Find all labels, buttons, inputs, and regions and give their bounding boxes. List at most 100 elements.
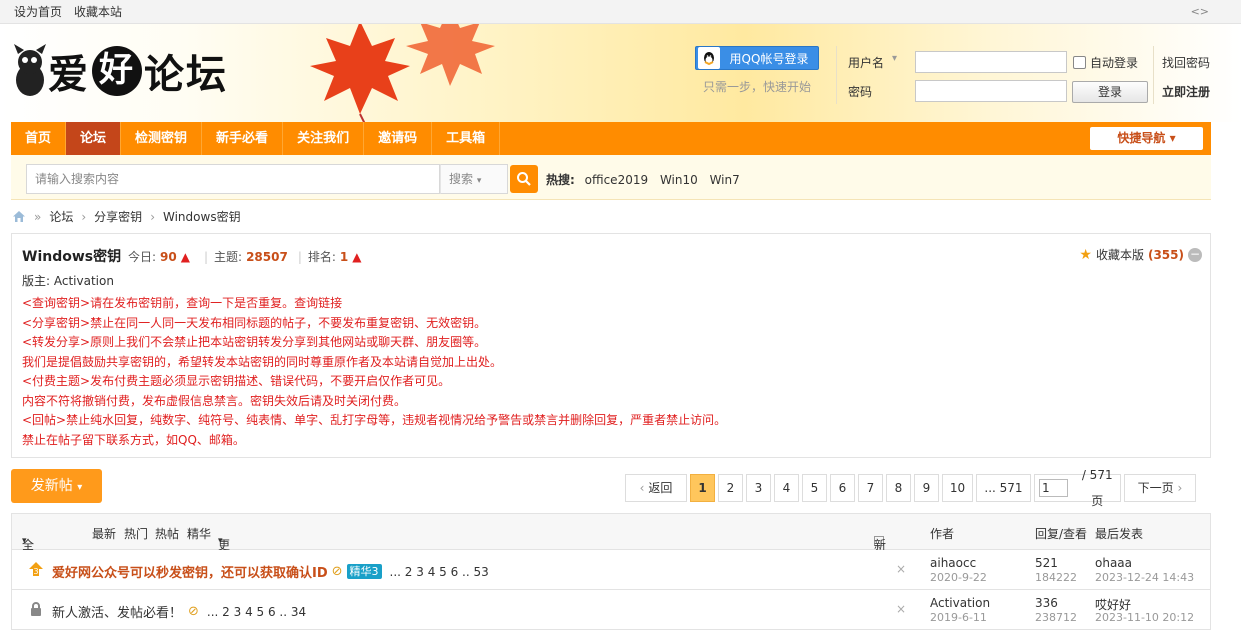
page-link[interactable]: 5: [802, 474, 827, 502]
nav-check-key[interactable]: 检测密钥: [121, 122, 203, 155]
hot-term[interactable]: Win7: [710, 173, 740, 187]
login-button[interactable]: 登录: [1072, 81, 1148, 103]
breadcrumb-separator: ›: [150, 209, 155, 224]
chevron-right-icon: ›: [1177, 481, 1183, 495]
thread-date: 2019-6-11: [930, 611, 987, 624]
logo-char-ai: 爱: [48, 51, 90, 98]
quick-nav-button[interactable]: 快捷导航 ▾: [1090, 127, 1203, 150]
breadcrumb-windows-key[interactable]: Windows密钥: [163, 208, 241, 225]
nav-follow-us[interactable]: 关注我们: [283, 122, 365, 155]
logo-char-luntan: 论坛: [144, 51, 228, 98]
collapse-icon[interactable]: −: [1188, 248, 1202, 262]
rule-line: <转发分享>原则上我们不会禁止把本站密钥转发分享到其他网站或聊天群、朋友圈等。: [22, 335, 487, 349]
chevron-down-icon: ▾: [22, 536, 27, 546]
page-link-last[interactable]: ... 571: [976, 474, 1031, 502]
svg-text:3: 3: [33, 567, 38, 576]
filter-digest[interactable]: 精华: [187, 525, 211, 542]
logo-char-hao: 好: [92, 46, 142, 96]
reply-count: 336: [1035, 596, 1058, 610]
attachment-icon: ⊘: [331, 564, 343, 579]
breadcrumb-share-key[interactable]: 分享密钥: [94, 208, 142, 225]
last-post-date[interactable]: 2023-12-24 14:43: [1095, 571, 1194, 584]
last-post-date[interactable]: 2023-11-10 20:12: [1095, 611, 1194, 624]
password-field[interactable]: [915, 80, 1067, 102]
thread-row[interactable]: 3 爱好网公众号可以秒发密钥，还可以获取确认ID ⊘ 精华3 ... 2 3 4…: [11, 550, 1211, 590]
thread-row[interactable]: 新人激活、发帖必看！ ⊘ ... 2 3 4 5 6 .. 34 × Activ…: [11, 590, 1211, 630]
username-field[interactable]: [915, 51, 1067, 73]
login-form: 用户名 ▾ 自动登录 找回密码 密码 登录 立即注册: [836, 46, 1236, 122]
favorite-label: 收藏本版: [1095, 248, 1144, 262]
auto-login-checkbox[interactable]: [1073, 56, 1086, 69]
last-poster[interactable]: ohaaa: [1095, 556, 1132, 570]
page-link[interactable]: 9: [914, 474, 939, 502]
forum-stats: 今日: 90 ▲ | 主题: 28507 | 排名: 1 ▲: [128, 248, 370, 265]
page-link[interactable]: 7: [858, 474, 883, 502]
page-link[interactable]: 1: [690, 474, 715, 502]
qq-login-button[interactable]: 用QQ帐号登录: [695, 46, 819, 70]
page-link[interactable]: 8: [886, 474, 911, 502]
hot-term[interactable]: office2019: [585, 173, 648, 187]
search-input[interactable]: 请输入搜索内容: [26, 164, 440, 194]
thread-pages[interactable]: ... 2 3 4 5 6 .. 53: [390, 565, 489, 579]
page-link[interactable]: 3: [746, 474, 771, 502]
page-link[interactable]: 10: [942, 474, 973, 502]
username-dropdown-icon[interactable]: ▾: [892, 53, 897, 64]
username-label: 用户名: [848, 56, 885, 70]
back-button[interactable]: ‹ 返回: [625, 474, 687, 502]
page-link[interactable]: 4: [774, 474, 799, 502]
nav-invite-code[interactable]: 邀请码: [364, 122, 433, 155]
col-reply-view: 回复/查看: [1035, 527, 1088, 541]
page-link[interactable]: 2: [718, 474, 743, 502]
thread-title[interactable]: 爱好网公众号可以秒发密钥，还可以获取确认ID: [52, 562, 328, 581]
site-header: 爱 好 论坛 用QQ帐号登录 只需一步，快速开始 用户名 ▾ 自动登录 找回密码…: [0, 24, 1241, 122]
register-link[interactable]: 立即注册: [1162, 83, 1210, 100]
maple-leaves-decoration: [310, 24, 495, 122]
new-post-label: 发新帖: [30, 478, 73, 494]
nav-toolbox[interactable]: 工具箱: [432, 122, 501, 155]
rule-line: <付费主题>发布付费主题必须显示密钥描述、错误代码，不要开启仅作者可见。: [22, 374, 451, 388]
bookmark-site-link[interactable]: 收藏本站: [74, 3, 122, 20]
filter-latest[interactable]: 最新: [92, 525, 116, 542]
chevron-down-icon: ▾: [1169, 131, 1176, 145]
home-icon[interactable]: [12, 210, 26, 223]
chevron-down-icon: ▾: [476, 176, 482, 186]
filter-hot[interactable]: 热门: [124, 525, 148, 542]
search-button[interactable]: [510, 165, 538, 193]
rank-label: 排名:: [307, 250, 336, 264]
thread-pages[interactable]: ... 2 3 4 5 6 .. 34: [207, 605, 306, 619]
close-icon[interactable]: ×: [896, 562, 906, 576]
nav-forum[interactable]: 论坛: [66, 122, 122, 155]
next-page-button[interactable]: 下一页 ›: [1124, 474, 1196, 502]
favorite-forum-button[interactable]: ★ 收藏本版 (355): [1079, 246, 1184, 263]
filter-hot-posts[interactable]: 热帖: [155, 525, 179, 542]
top-bar: 设为首页 收藏本站 <>: [0, 0, 1241, 24]
breadcrumb-forum[interactable]: 论坛: [49, 208, 73, 225]
page-jump-input[interactable]: 1: [1039, 479, 1069, 497]
page-link[interactable]: 6: [830, 474, 855, 502]
site-logo[interactable]: 爱 好 论坛: [12, 42, 228, 100]
nav-newbie-guide[interactable]: 新手必看: [202, 122, 284, 155]
set-homepage-link[interactable]: 设为首页: [14, 3, 62, 20]
width-toggle-icon[interactable]: <>: [1191, 5, 1209, 18]
thread-author[interactable]: Activation: [930, 596, 990, 610]
find-password-link[interactable]: 找回密码: [1162, 54, 1210, 71]
breadcrumb-separator: »: [34, 209, 42, 224]
hot-search: 热搜: office2019 Win10 Win7: [546, 171, 748, 188]
thread-title[interactable]: 新人激活、发帖必看！: [52, 602, 182, 621]
search-type-select[interactable]: 搜索 ▾: [440, 164, 508, 194]
search-type-label: 搜索: [449, 172, 474, 186]
new-post-button[interactable]: 发新帖 ▾: [11, 469, 102, 503]
chevron-left-icon: ‹: [639, 481, 645, 495]
rule-line: 禁止在帖子留下联系方式，如QQ、邮箱。: [22, 432, 245, 447]
chevron-down-icon: ▾: [77, 482, 83, 493]
close-icon[interactable]: ×: [896, 602, 906, 616]
back-label: 返回: [648, 481, 673, 495]
nav-home[interactable]: 首页: [11, 122, 67, 155]
topics-count: 28507: [246, 249, 288, 264]
stat-divider: |: [203, 249, 209, 264]
forum-title: Windows密钥: [22, 249, 122, 265]
search-icon: [517, 172, 531, 186]
thread-author[interactable]: aihaocc: [930, 556, 976, 570]
hot-term[interactable]: Win10: [660, 173, 698, 187]
mascot-icon: [14, 44, 46, 96]
